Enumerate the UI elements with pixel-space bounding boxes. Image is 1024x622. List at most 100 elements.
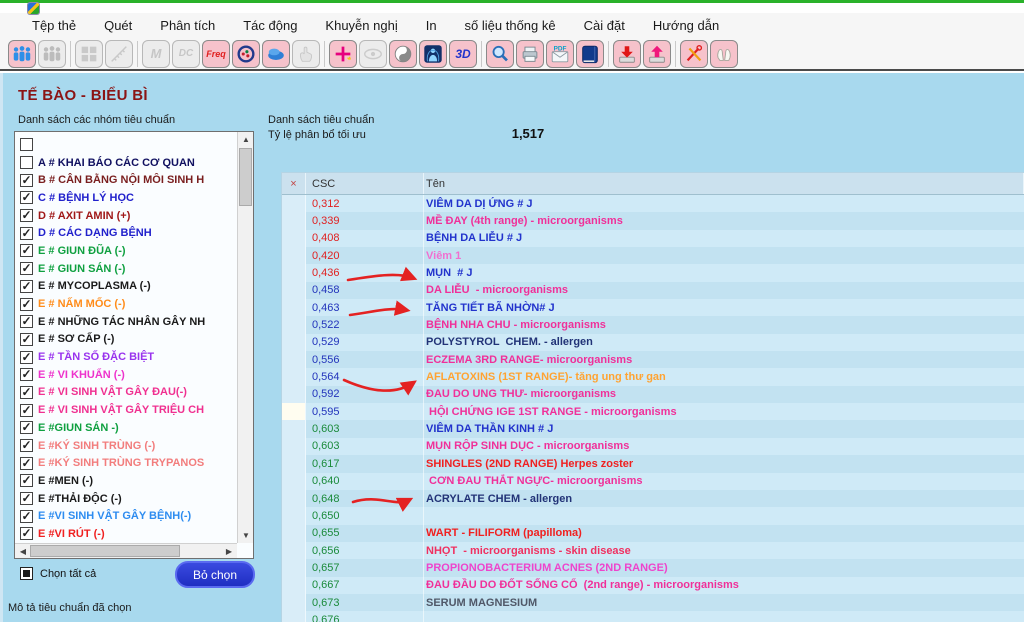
checked-checkbox[interactable]: ✓: [20, 457, 33, 470]
unchecked-checkbox[interactable]: [20, 156, 33, 169]
book-icon[interactable]: [576, 40, 604, 68]
vertical-scrollbar[interactable]: ▲ ▼: [237, 132, 253, 543]
checked-checkbox[interactable]: ✓: [20, 315, 33, 328]
group-item-11[interactable]: ✓E # SƠ CẤP (-): [16, 331, 236, 349]
menu-item-3[interactable]: Tác động: [229, 18, 311, 33]
table-row[interactable]: 0,640 CƠN ĐAU THẮT NGỰC- microorganisms: [282, 473, 1024, 490]
table-row[interactable]: 0,529POLYSTYROL CHEM. - allergen: [282, 334, 1024, 351]
checked-checkbox[interactable]: ✓: [20, 298, 33, 311]
row-mark-cell[interactable]: [282, 420, 306, 437]
row-mark-cell[interactable]: [282, 525, 306, 542]
checked-checkbox[interactable]: ✓: [20, 404, 33, 417]
group-item-2[interactable]: ✓B # CÂN BẰNG NỘI MÔI SINH H: [16, 171, 236, 189]
scroll-left-icon[interactable]: ◀: [15, 544, 31, 559]
table-row[interactable]: 0,463TĂNG TIẾT BÃ NHỜN# J: [282, 299, 1024, 316]
menu-item-2[interactable]: Phân tích: [146, 18, 229, 33]
group-item-8[interactable]: ✓E # MYCOPLASMA (-): [16, 278, 236, 296]
yin-yang-icon[interactable]: [389, 40, 417, 68]
gloves-icon[interactable]: [710, 40, 738, 68]
row-mark-cell[interactable]: [282, 212, 306, 229]
column-header-ten[interactable]: Tên: [424, 173, 1024, 194]
row-mark-cell[interactable]: [282, 247, 306, 264]
checked-checkbox[interactable]: ✓: [20, 209, 33, 222]
table-row[interactable]: 0,595 HỘI CHỨNG IGE 1ST RANGE - microorg…: [282, 403, 1024, 420]
table-row[interactable]: 0,655WART - FILIFORM (papilloma): [282, 525, 1024, 542]
row-mark-cell[interactable]: [282, 316, 306, 333]
scroll-down-icon[interactable]: ▼: [238, 528, 254, 543]
row-mark-cell[interactable]: [282, 542, 306, 559]
checked-checkbox[interactable]: ✓: [20, 439, 33, 452]
group-item-5[interactable]: ✓D # CÁC DẠNG BỆNH: [16, 224, 236, 242]
table-row[interactable]: 0,656NHỌT - microorganisms - skin diseas…: [282, 542, 1024, 559]
checked-checkbox[interactable]: ✓: [20, 333, 33, 346]
group-item-17[interactable]: ✓E #KÝ SINH TRÙNG (-): [16, 437, 236, 455]
3d-view-icon[interactable]: 3D: [449, 40, 477, 68]
table-row[interactable]: 0,648ACRYLATE CHEM - allergen: [282, 490, 1024, 507]
criteria-table[interactable]: ×CSCTên 0,312VIÊM DA DỊ ỨNG # J0,339MỀ Đ…: [281, 172, 1024, 622]
checked-checkbox[interactable]: ✓: [20, 351, 33, 364]
add-cross-icon[interactable]: [329, 40, 357, 68]
checked-checkbox[interactable]: ✓: [20, 244, 33, 257]
export-icon[interactable]: [643, 40, 671, 68]
checked-checkbox[interactable]: ✓: [20, 421, 33, 434]
table-row[interactable]: 0,436MỤN # J: [282, 264, 1024, 281]
print-icon[interactable]: [516, 40, 544, 68]
row-mark-cell[interactable]: [282, 264, 306, 281]
menu-item-7[interactable]: Cài đặt: [570, 18, 639, 33]
table-row[interactable]: 0,673SERUM MAGNESIUM: [282, 594, 1024, 611]
table-row[interactable]: 0,603MỤN RỘP SINH DỤC - microorganisms: [282, 438, 1024, 455]
menu-item-4[interactable]: Khuyễn nghị: [311, 18, 411, 33]
criteria-group-listbox[interactable]: A # KHAI BÁO CÁC CƠ QUAN✓B # CÂN BẰNG NỘ…: [14, 131, 254, 559]
group-item-14[interactable]: ✓E # VI SINH VẬT GÂY ĐAU(-): [16, 384, 236, 402]
row-mark-cell[interactable]: [282, 299, 306, 316]
table-row[interactable]: 0,556ECZEMA 3RD RANGE- microorganisms: [282, 351, 1024, 368]
checked-checkbox[interactable]: ✓: [20, 386, 33, 399]
row-mark-cell[interactable]: [282, 490, 306, 507]
row-mark-cell[interactable]: [282, 351, 306, 368]
checked-checkbox[interactable]: ✓: [20, 474, 33, 487]
checked-checkbox[interactable]: ✓: [20, 227, 33, 240]
checked-checkbox[interactable]: ✓: [20, 492, 33, 505]
table-row[interactable]: 0,522BỆNH NHA CHU - microorganisms: [282, 316, 1024, 333]
row-mark-cell[interactable]: [282, 230, 306, 247]
group-item-15[interactable]: ✓E # VI SINH VẬT GÂY TRIỆU CH: [16, 401, 236, 419]
table-row[interactable]: 0,657PROPIONOBACTERIUM ACNES (2ND RANGE): [282, 559, 1024, 576]
group-item-4[interactable]: ✓D # AXIT AMIN (+): [16, 207, 236, 225]
pdf-mail-icon[interactable]: PDF: [546, 40, 574, 68]
unchecked-checkbox[interactable]: [20, 138, 33, 151]
row-mark-cell[interactable]: [282, 577, 306, 594]
row-mark-cell[interactable]: [282, 455, 306, 472]
table-row[interactable]: 0,339MỀ ĐAY (4th range) - microorganisms: [282, 212, 1024, 229]
group-item-22[interactable]: ✓E #VI RÚT (-): [16, 525, 236, 542]
checked-checkbox[interactable]: ✓: [20, 527, 33, 540]
group-item-0[interactable]: [16, 136, 236, 154]
table-row[interactable]: 0,650: [282, 507, 1024, 524]
target-icon[interactable]: [232, 40, 260, 68]
menu-item-5[interactable]: In: [412, 18, 451, 33]
checked-checkbox[interactable]: ✓: [20, 510, 33, 523]
table-row[interactable]: 0,312VIÊM DA DỊ ỨNG # J: [282, 195, 1024, 212]
table-row[interactable]: 0,420Viêm 1: [282, 247, 1024, 264]
row-mark-cell[interactable]: [282, 611, 306, 622]
row-mark-cell[interactable]: [282, 559, 306, 576]
group-item-16[interactable]: ✓E #GIUN SÁN -): [16, 419, 236, 437]
group-item-12[interactable]: ✓E # TẦN SỐ ĐẶC BIỆT: [16, 348, 236, 366]
row-mark-cell[interactable]: [282, 386, 306, 403]
checked-checkbox[interactable]: ✓: [20, 280, 33, 293]
group-item-19[interactable]: ✓E #MEN (-): [16, 472, 236, 490]
group-item-20[interactable]: ✓E #THẢI ĐỘC (-): [16, 490, 236, 508]
table-row[interactable]: 0,592ĐAU DO UNG THƯ- microorganisms: [282, 386, 1024, 403]
checked-checkbox[interactable]: ✓: [20, 174, 33, 187]
table-row[interactable]: 0,676: [282, 611, 1024, 622]
group-item-3[interactable]: ✓C # BỆNH LÝ HỌC: [16, 189, 236, 207]
horizontal-scrollbar[interactable]: ◀ ▶: [15, 543, 237, 558]
cap-scan-icon[interactable]: [262, 40, 290, 68]
checked-checkbox[interactable]: ✓: [20, 191, 33, 204]
row-mark-cell[interactable]: [282, 282, 306, 299]
deselect-button[interactable]: Bỏ chọn: [175, 561, 255, 588]
row-mark-cell[interactable]: [282, 594, 306, 611]
body-aura-icon[interactable]: [419, 40, 447, 68]
row-mark-cell[interactable]: [282, 334, 306, 351]
scroll-up-icon[interactable]: ▲: [238, 132, 254, 147]
group-item-9[interactable]: ✓E # NẤM MỐC (-): [16, 295, 236, 313]
